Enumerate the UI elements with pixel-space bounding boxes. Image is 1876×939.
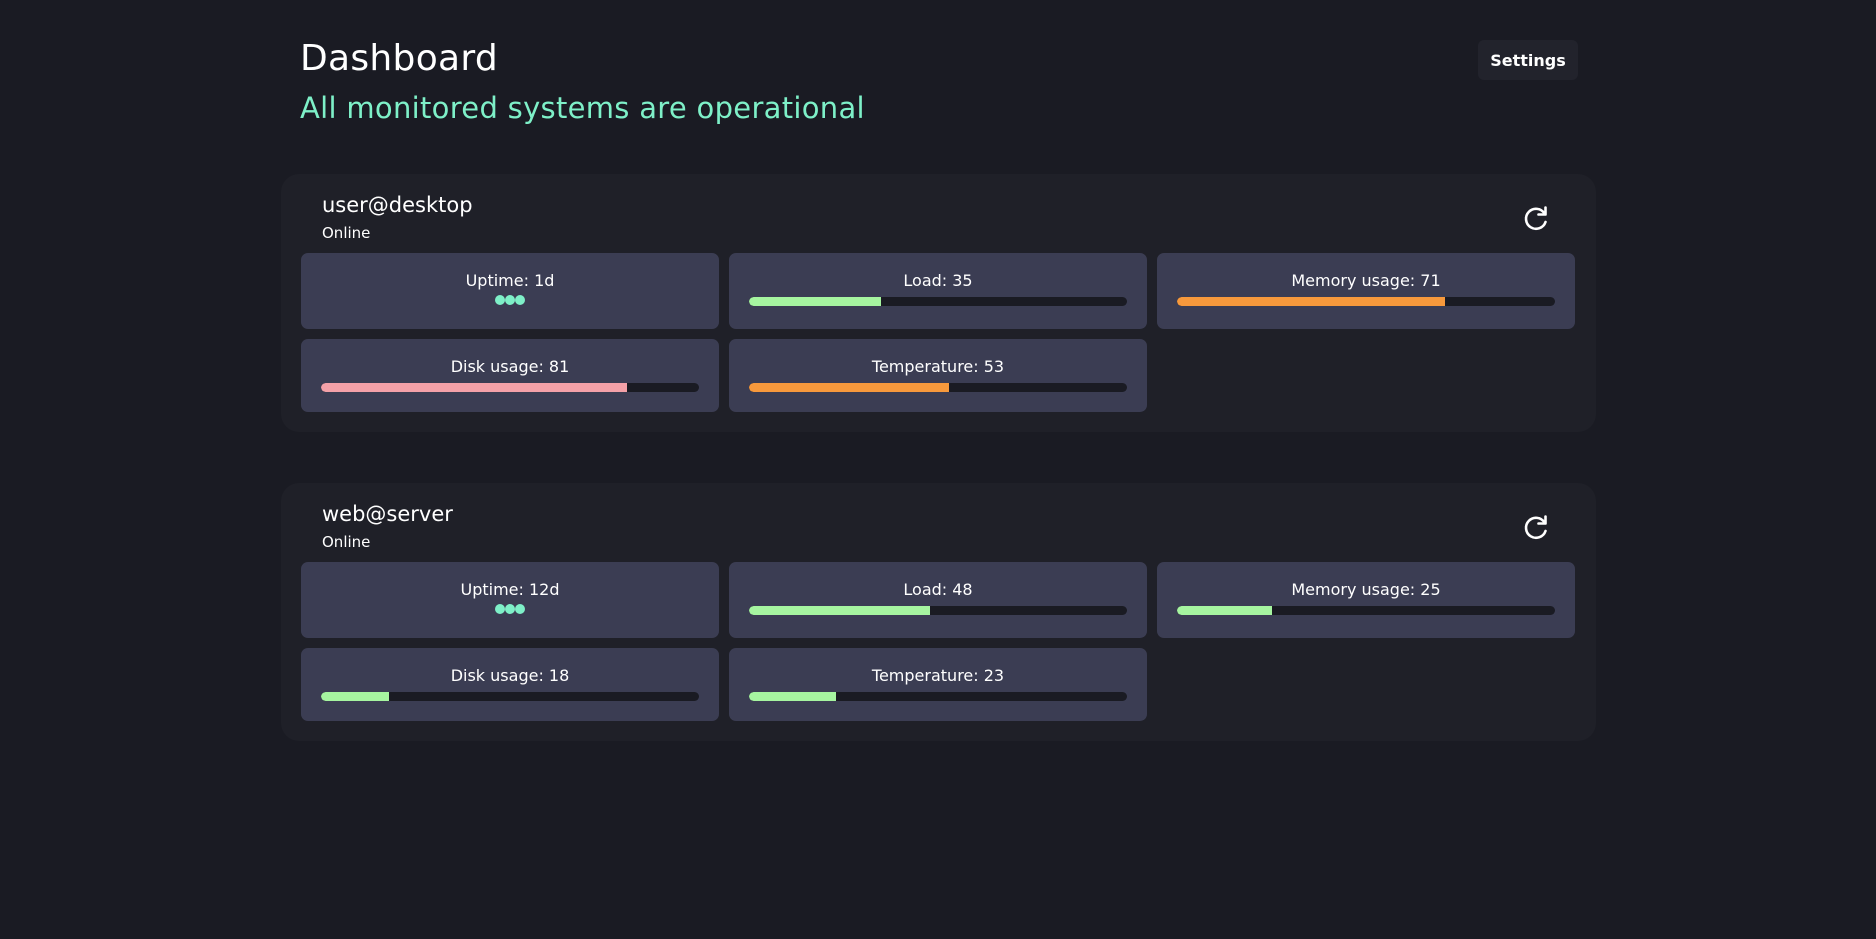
- metric-tile: Memory usage: 25: [1157, 562, 1575, 638]
- metric-label: Temperature: 23: [871, 666, 1005, 685]
- progress-bar-fill: [1177, 297, 1446, 306]
- refresh-icon: [1524, 515, 1547, 540]
- uptime-dot: [505, 604, 515, 614]
- system-status-message: All monitored systems are operational: [300, 91, 865, 125]
- host-name: web@server: [322, 502, 453, 526]
- metric-label: Temperature: 53: [871, 357, 1005, 376]
- progress-bar: [1177, 606, 1555, 615]
- metric-label: Uptime: 1d: [465, 271, 555, 290]
- uptime-dot: [515, 604, 525, 614]
- uptime-indicator: [321, 604, 699, 614]
- progress-bar-fill: [749, 692, 836, 701]
- host-status: Online: [322, 533, 371, 551]
- metric-tile: Memory usage: 71: [1157, 253, 1575, 329]
- metric-label: Memory usage: 25: [1291, 580, 1441, 599]
- metric-label: Load: 35: [903, 271, 973, 290]
- progress-bar: [749, 692, 1127, 701]
- progress-bar-fill: [321, 383, 628, 392]
- uptime-dot: [505, 295, 515, 305]
- progress-bar-fill: [749, 606, 931, 615]
- metric-label: Uptime: 12d: [460, 580, 560, 599]
- host-name: user@desktop: [322, 193, 473, 217]
- host-card: web@server Online Uptime: 12d Load: 48 Memor…: [281, 483, 1596, 741]
- progress-bar: [749, 297, 1127, 306]
- progress-bar: [1177, 297, 1555, 306]
- uptime-indicator: [321, 295, 699, 305]
- progress-bar: [321, 383, 699, 392]
- metric-tile: Disk usage: 18: [301, 648, 719, 721]
- metric-label: Disk usage: 18: [450, 666, 570, 685]
- metric-grid: Uptime: 1d Load: 35 Memory usage: 71 Disk u…: [301, 253, 1576, 412]
- host-list: user@desktop Online Uptime: 1d Load: 35 Memo…: [281, 174, 1596, 741]
- progress-bar-fill: [749, 297, 882, 306]
- page-title: Dashboard: [300, 38, 499, 79]
- settings-button[interactable]: Settings: [1478, 40, 1578, 80]
- metric-tile: Load: 48: [729, 562, 1147, 638]
- metric-tile: Uptime: 12d: [301, 562, 719, 638]
- uptime-dot: [515, 295, 525, 305]
- host-header: web@server Online: [301, 501, 1576, 561]
- refresh-button[interactable]: [1520, 202, 1552, 234]
- metric-grid: Uptime: 12d Load: 48 Memory usage: 25 Disk …: [301, 562, 1576, 721]
- metric-label: Load: 48: [903, 580, 973, 599]
- progress-bar-fill: [321, 692, 390, 701]
- host-card: user@desktop Online Uptime: 1d Load: 35 Memo…: [281, 174, 1596, 432]
- uptime-dot: [495, 295, 505, 305]
- progress-bar: [749, 383, 1127, 392]
- refresh-button[interactable]: [1520, 511, 1552, 543]
- host-status: Online: [322, 224, 371, 242]
- host-header: user@desktop Online: [301, 192, 1576, 252]
- metric-tile: Load: 35: [729, 253, 1147, 329]
- uptime-dot: [495, 604, 505, 614]
- refresh-icon: [1524, 206, 1547, 231]
- metric-tile: Temperature: 53: [729, 339, 1147, 412]
- progress-bar-fill: [749, 383, 950, 392]
- metric-label: Disk usage: 81: [450, 357, 570, 376]
- progress-bar: [321, 692, 699, 701]
- page-header: Dashboard All monitored systems are oper…: [281, 38, 1596, 138]
- metric-tile: Uptime: 1d: [301, 253, 719, 329]
- metric-tile: Disk usage: 81: [301, 339, 719, 412]
- metric-label: Memory usage: 71: [1291, 271, 1441, 290]
- metric-tile: Temperature: 23: [729, 648, 1147, 721]
- progress-bar: [749, 606, 1127, 615]
- dashboard-page: Dashboard All monitored systems are oper…: [281, 0, 1596, 741]
- progress-bar-fill: [1177, 606, 1272, 615]
